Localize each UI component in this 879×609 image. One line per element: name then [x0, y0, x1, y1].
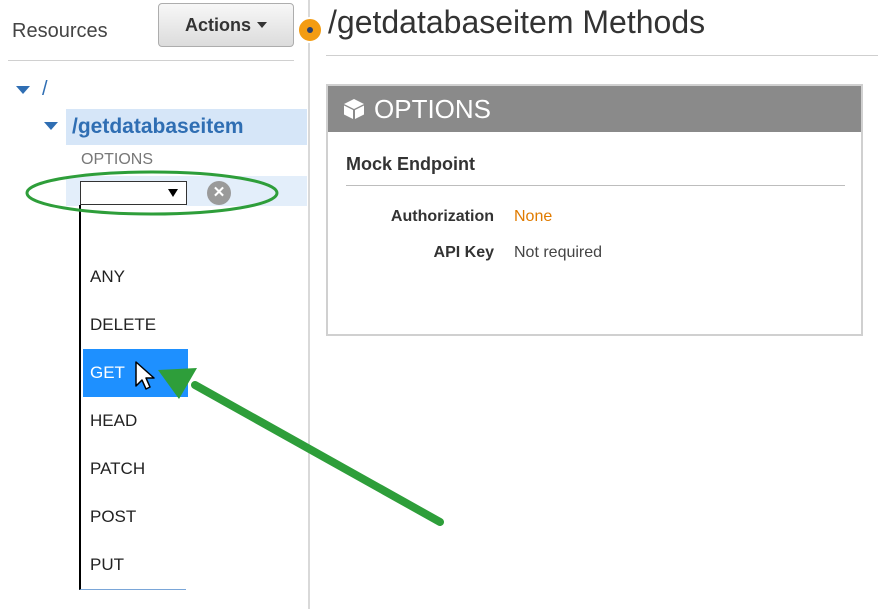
tree-item-root[interactable]: / [42, 78, 48, 101]
resources-panel: Resources Actions / /getdatabaseitem OPT… [0, 0, 310, 609]
dropdown-option-get[interactable]: GET [83, 349, 188, 397]
dropdown-option-head[interactable]: HEAD [83, 397, 188, 445]
api-key-value: Not required [514, 244, 603, 261]
api-key-label: API Key [433, 244, 494, 261]
tree-method-options[interactable]: OPTIONS [81, 151, 153, 169]
dropdown-option-any[interactable]: ANY [83, 253, 188, 301]
expand-root-icon[interactable] [16, 86, 30, 94]
dropdown-option-put[interactable]: PUT [83, 541, 188, 589]
method-card-options[interactable]: OPTIONS Mock Endpoint Authorization None… [326, 84, 863, 336]
actions-label: Actions [184, 14, 251, 35]
cancel-icon[interactable]: ✕ [207, 181, 231, 205]
integration-type: Mock Endpoint [346, 154, 475, 174]
title-divider [326, 55, 878, 56]
dropdown-arrow-icon [168, 189, 178, 197]
resources-heading: Resources [12, 20, 108, 42]
card-divider [346, 185, 845, 186]
method-card-header: OPTIONS [328, 86, 861, 132]
page-title: /getdatabaseitem Methods [328, 4, 706, 40]
actions-button[interactable]: Actions [158, 3, 294, 47]
panel-divider [8, 60, 294, 61]
dropdown-option-post[interactable]: POST [83, 493, 188, 541]
authorization-value: None [514, 208, 553, 225]
chevron-down-icon [257, 22, 267, 28]
dropdown-option-delete[interactable]: DELETE [83, 301, 188, 349]
tree-item-getdatabaseitem[interactable]: /getdatabaseitem [72, 115, 244, 139]
status-dot-icon [297, 17, 323, 43]
dropdown-option-patch[interactable]: PATCH [83, 445, 188, 493]
method-select[interactable] [80, 181, 187, 205]
expand-resource-icon[interactable] [44, 122, 58, 130]
method-dropdown-list: ANY DELETE GET HEAD PATCH POST PUT [79, 205, 188, 590]
cube-icon [344, 99, 364, 119]
method-card-title: OPTIONS [374, 93, 492, 124]
authorization-label: Authorization [390, 208, 494, 225]
